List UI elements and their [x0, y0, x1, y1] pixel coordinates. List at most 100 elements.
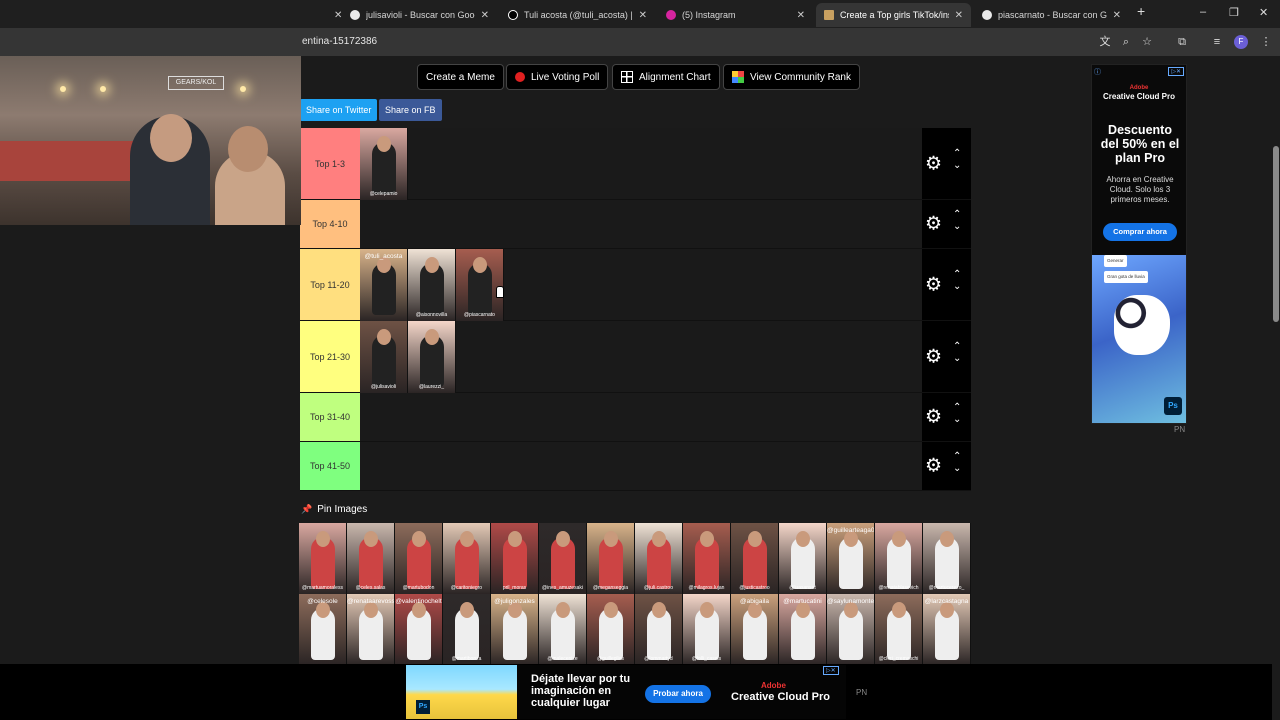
window-close-button[interactable]: ✕ [1259, 6, 1268, 19]
ad-bottom-content[interactable]: Ps Déjate llevar por tu imaginación en c… [406, 665, 867, 719]
tier-items[interactable] [360, 442, 922, 490]
draggable-image[interactable]: @martibonza [443, 594, 491, 665]
draggable-image[interactable]: @luasansat [779, 523, 827, 594]
ad-banner-bottom[interactable]: Ps Déjate llevar por tu imaginación en c… [0, 664, 1280, 720]
menu-icon[interactable]: ⋮ [1259, 35, 1273, 49]
draggable-image[interactable]: @julisavioli [360, 321, 408, 393]
chevron-up-icon[interactable]: ⌃ [953, 451, 961, 462]
ad-info-icon[interactable]: ⓘ [1094, 67, 1101, 77]
ad-cta-button[interactable]: Comprar ahora [1103, 223, 1177, 241]
ad-banner-right[interactable]: ⓘ ▷✕ Adobe Creative Cloud Pro Descuento … [1091, 64, 1187, 424]
tab-close-button[interactable]: ✕ [320, 3, 342, 27]
chevron-down-icon[interactable]: ⌄ [953, 414, 961, 425]
tier-label[interactable]: Top 41-50 [300, 442, 360, 490]
tier-items[interactable]: @tuli_acosta @aisonnovilla @piascarnato [360, 249, 922, 321]
draggable-image[interactable]: @valentinochelt [395, 594, 443, 665]
draggable-image[interactable]: @martubodon [395, 523, 443, 594]
minimize-button[interactable]: – [1200, 6, 1206, 18]
draggable-image[interactable]: @guilleglias [587, 594, 635, 665]
gear-icon[interactable]: ⚙ [925, 345, 942, 368]
draggable-image[interactable]: @aisonnovilla [408, 249, 456, 321]
chevron-down-icon[interactable]: ⌄ [953, 221, 961, 232]
gear-icon[interactable]: ⚙ [925, 455, 942, 478]
chevron-down-icon[interactable]: ⌄ [953, 463, 961, 474]
draggable-image[interactable]: @meganseggia [587, 523, 635, 594]
bookmark-star-icon[interactable]: ☆ [1140, 35, 1154, 49]
gear-icon[interactable]: ⚙ [925, 213, 942, 236]
pin-images-header[interactable]: 📌 Pin Images [301, 504, 367, 515]
draggable-image[interactable]: @celesole [299, 594, 347, 665]
draggable-image[interactable]: pril_moras [491, 523, 539, 594]
chevron-up-icon[interactable]: ⌃ [953, 341, 961, 352]
draggable-image[interactable]: @caritoniegro [443, 523, 491, 594]
chevron-up-icon[interactable]: ⌃ [953, 209, 961, 220]
gear-icon[interactable]: ⚙ [925, 152, 942, 175]
tier-label[interactable]: Top 4-10 [300, 200, 360, 248]
tier-label[interactable]: Top 21-30 [300, 321, 360, 392]
draggable-image[interactable]: @guillearteaga01 [827, 523, 875, 594]
zoom-icon[interactable]: ⌕ [1119, 35, 1133, 49]
close-icon[interactable]: ✕ [639, 10, 647, 21]
draggable-image[interactable]: @celepamio [360, 128, 408, 200]
tab-instagram[interactable]: (5) Instagram ✕ [658, 3, 813, 27]
tab-julisavioli[interactable]: julisavioli - Buscar con Google ✕ [342, 3, 497, 27]
chevron-up-icon[interactable]: ⌃ [953, 269, 961, 280]
scrollbar-thumb[interactable] [1273, 146, 1279, 322]
address-bar[interactable]: entina-15172386 [302, 36, 377, 47]
draggable-image[interactable]: @abigaila [731, 594, 779, 665]
close-icon[interactable]: ✕ [1113, 10, 1121, 21]
tier-label[interactable]: Top 1-3 [300, 128, 360, 199]
draggable-image[interactable]: @cleri_cremaschi [875, 594, 923, 665]
gear-icon[interactable]: ⚙ [925, 273, 942, 296]
draggable-image[interactable]: @lommartyd [635, 594, 683, 665]
draggable-image[interactable]: @martuamoraless [299, 523, 347, 594]
chevron-up-icon[interactable]: ⌃ [953, 148, 961, 159]
draggable-image[interactable]: @milagros.lujan [683, 523, 731, 594]
chevron-up-icon[interactable]: ⌃ [953, 402, 961, 413]
draggable-image[interactable]: @renatablasevich [875, 523, 923, 594]
chevron-down-icon[interactable]: ⌄ [953, 281, 961, 292]
ad-close-icon[interactable]: ▷✕ [1168, 67, 1184, 76]
draggable-image[interactable]: @larzcastagna [923, 594, 971, 665]
draggable-image[interactable]: @ines_amuzesaki [539, 523, 587, 594]
media-icon[interactable]: ≡ [1210, 35, 1224, 49]
live-voting-poll-button[interactable]: Live Voting Poll [506, 64, 609, 90]
gear-icon[interactable]: ⚙ [925, 406, 942, 429]
tier-label[interactable]: Top 11-20 [300, 249, 360, 320]
draggable-image[interactable]: @piascarnato [456, 249, 504, 321]
share-facebook-button[interactable]: Share on FB [379, 99, 442, 121]
tier-items[interactable]: @celepamio [360, 128, 922, 200]
close-icon[interactable]: ✕ [955, 10, 963, 21]
tab-piascarnato[interactable]: piascarnato - Buscar con Goog ✕ [974, 3, 1129, 27]
draggable-image[interactable]: @renataarevosso [347, 594, 395, 665]
tier-items[interactable] [360, 200, 922, 248]
tab-tuli-acosta[interactable]: Tuli acosta (@tuli_acosta) | TikT ✕ [500, 3, 655, 27]
tier-label[interactable]: Top 31-40 [300, 393, 360, 441]
tier-items[interactable] [360, 393, 922, 441]
new-tab-button[interactable]: + [1137, 3, 1145, 19]
draggable-image[interactable]: @laurezzi_ [408, 321, 456, 393]
ad-close-icon[interactable]: ▷✕ [823, 666, 839, 675]
close-icon[interactable]: ✕ [797, 10, 805, 21]
community-rank-button[interactable]: View Community Rank [723, 64, 860, 90]
draggable-image[interactable]: @lolli_casals [683, 594, 731, 665]
create-meme-button[interactable]: Create a Meme [417, 64, 504, 90]
draggable-image[interactable]: @juligonzales [491, 594, 539, 665]
draggable-image[interactable]: @saylunamontes [827, 594, 875, 665]
share-twitter-button[interactable]: Share on Twitter [300, 99, 378, 121]
extensions-icon[interactable]: ⧉ [1175, 35, 1189, 49]
chevron-down-icon[interactable]: ⌄ [953, 353, 961, 364]
draggable-image[interactable]: @juli.castroo [635, 523, 683, 594]
draggable-image[interactable]: @justicastroo [731, 523, 779, 594]
tab-tiermaker[interactable]: Create a Top girls TikTok/insta ✕ [816, 3, 971, 27]
translate-icon[interactable]: 文 [1098, 35, 1112, 49]
draggable-image[interactable]: @martucerezo_ [923, 523, 971, 594]
draggable-image[interactable]: @tuli_acosta [360, 249, 408, 321]
tier-items[interactable]: @julisavioli @laurezzi_ [360, 321, 922, 393]
alignment-chart-button[interactable]: Alignment Chart [612, 64, 720, 90]
restore-button[interactable]: ❐ [1229, 6, 1239, 19]
draggable-image[interactable]: @celes.salas [347, 523, 395, 594]
chevron-down-icon[interactable]: ⌄ [953, 160, 961, 171]
close-icon[interactable]: ✕ [481, 10, 489, 21]
draggable-image[interactable]: @martucatini [779, 594, 827, 665]
